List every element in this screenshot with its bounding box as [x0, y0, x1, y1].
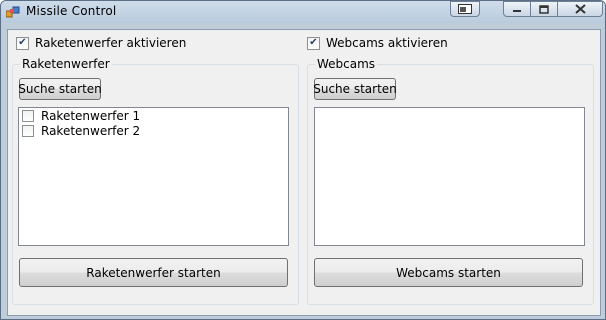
webcam-enable-checkbox[interactable]	[307, 36, 320, 50]
minimize-button[interactable]	[503, 1, 531, 17]
app-icon	[6, 6, 20, 18]
launcher-enable-checkbox[interactable]	[16, 36, 29, 50]
maximize-icon	[539, 4, 549, 14]
main-window: Missile Control Raketen	[0, 0, 606, 320]
webcam-group-title: Webcams	[315, 57, 378, 71]
launcher-groupbox: Raketenwerfer Suche starten Raketenwerfe…	[12, 57, 299, 305]
launcher-start-button[interactable]: Raketenwerfer starten	[19, 258, 288, 287]
webcam-start-button[interactable]: Webcams starten	[314, 258, 583, 287]
window-extra-icon	[458, 4, 472, 14]
client-area: Raketenwerfer aktivieren Webcams aktivie…	[7, 29, 601, 316]
list-item-checkbox[interactable]	[22, 124, 34, 137]
list-item[interactable]: Raketenwerfer 2	[19, 123, 288, 138]
webcam-enable-option[interactable]: Webcams aktivieren	[307, 35, 448, 51]
launcher-enable-option[interactable]: Raketenwerfer aktivieren	[16, 35, 186, 51]
maximize-button[interactable]	[530, 1, 558, 17]
launcher-group-title: Raketenwerfer	[20, 57, 112, 71]
list-item-label: Raketenwerfer 1	[41, 108, 141, 123]
list-item-label: Raketenwerfer 2	[41, 123, 141, 138]
launcher-search-button[interactable]: Suche starten	[18, 78, 102, 100]
close-icon	[574, 4, 586, 14]
webcam-groupbox: Webcams Suche starten Webcams starten	[307, 57, 594, 305]
list-item-checkbox[interactable]	[22, 109, 34, 122]
window-extra-button[interactable]	[450, 1, 480, 17]
launcher-enable-label: Raketenwerfer aktivieren	[35, 36, 187, 50]
webcam-enable-label: Webcams aktivieren	[326, 36, 448, 50]
webcam-list[interactable]	[314, 107, 585, 246]
window-title: Missile Control	[26, 4, 117, 18]
launcher-list[interactable]: Raketenwerfer 1 Raketenwerfer 2	[18, 107, 289, 246]
webcam-search-button[interactable]: Suche starten	[313, 78, 397, 100]
title-bar[interactable]: Missile Control	[1, 1, 605, 23]
list-item[interactable]: Raketenwerfer 1	[19, 108, 288, 123]
minimize-icon	[513, 10, 521, 12]
close-button[interactable]	[557, 1, 603, 17]
